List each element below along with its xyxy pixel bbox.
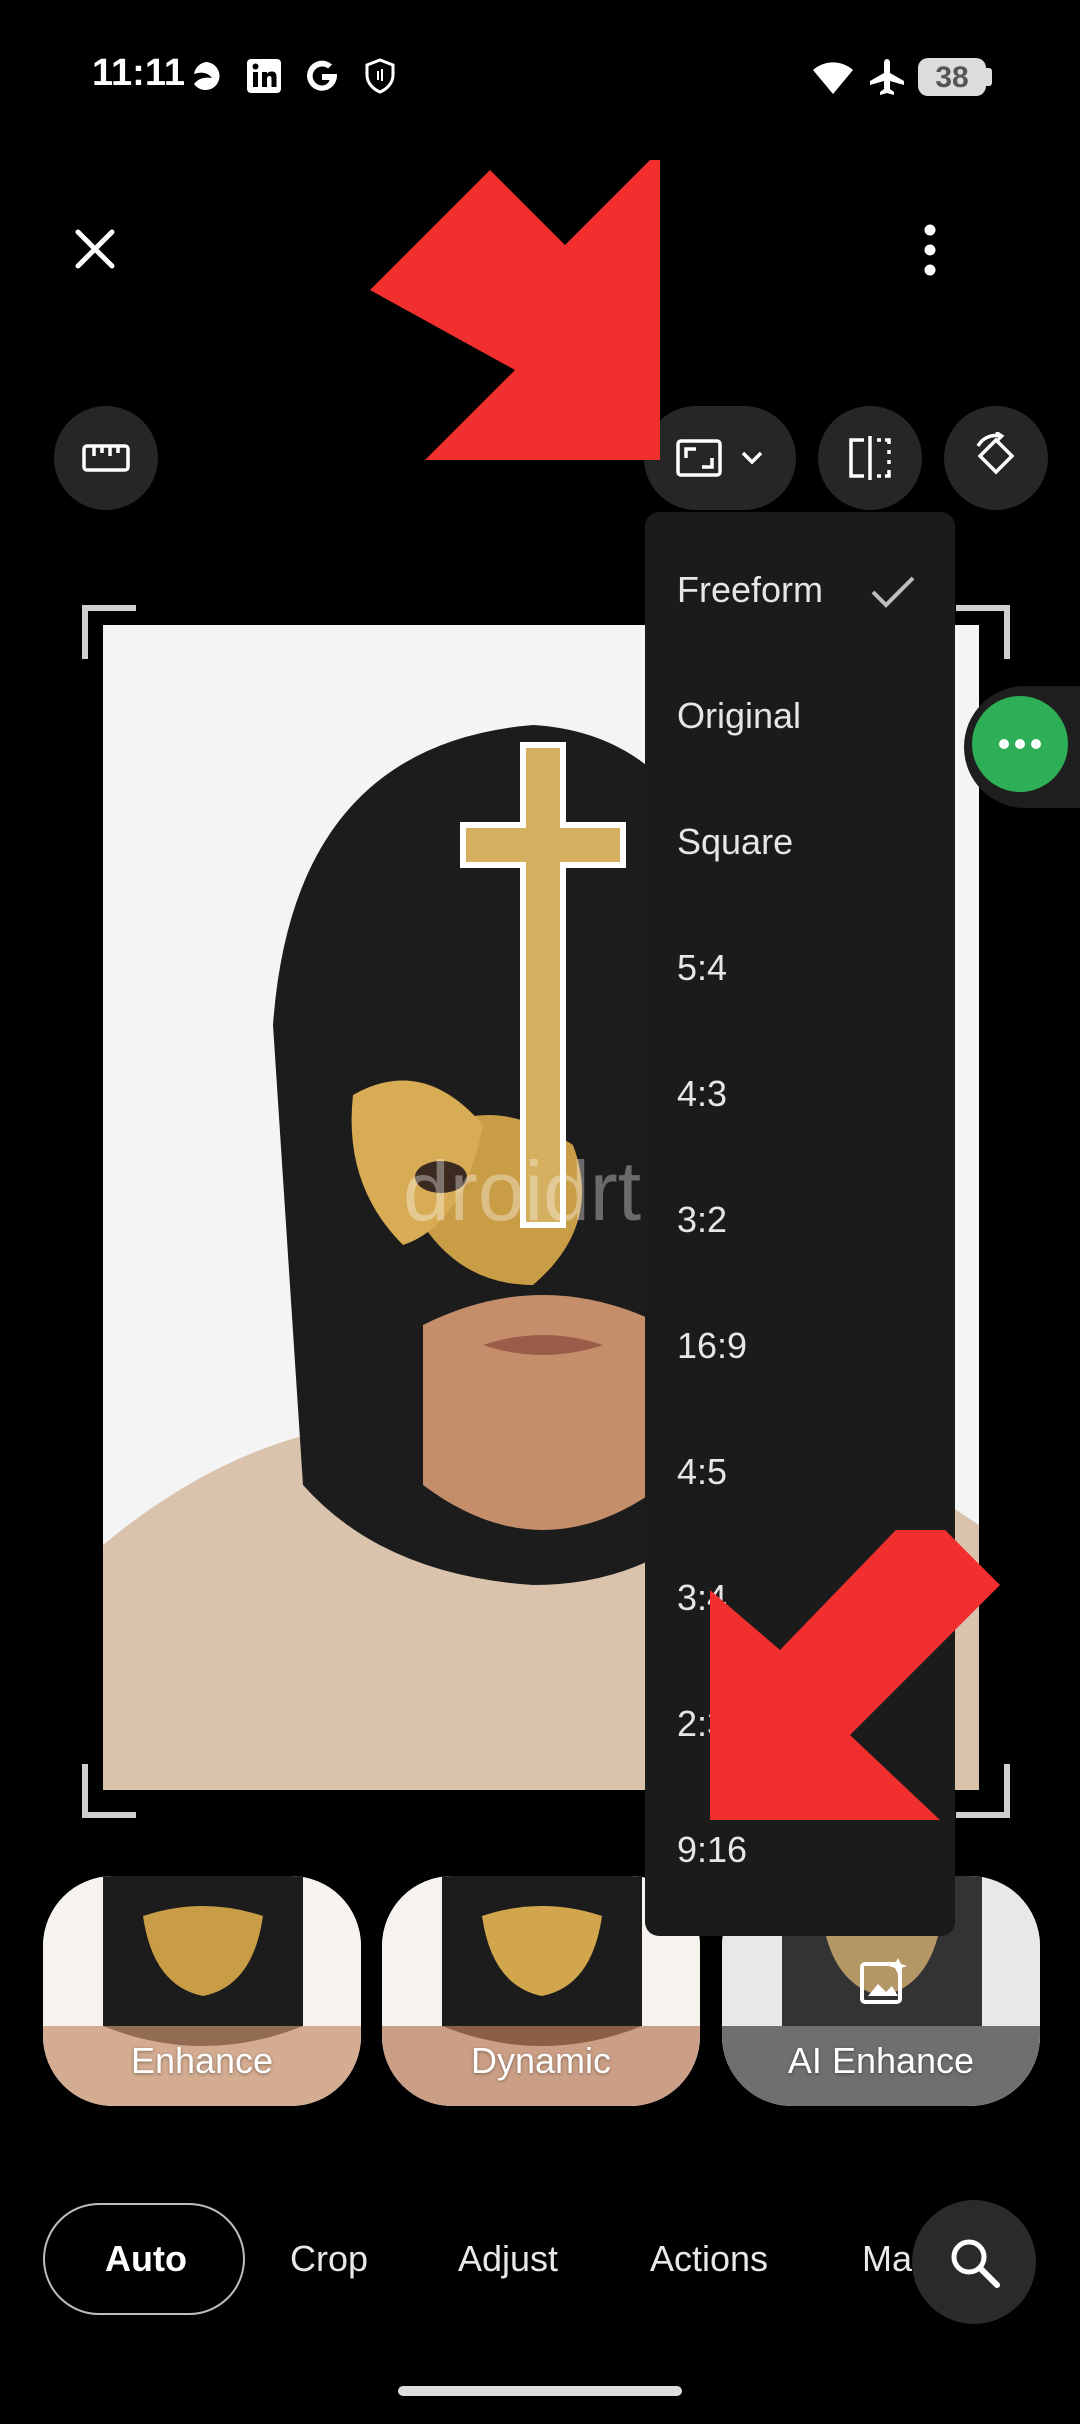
tab-auto[interactable]: Auto: [105, 2238, 187, 2280]
menu-item-4-5[interactable]: 4:5: [677, 1451, 727, 1493]
airplane-icon: [870, 59, 904, 95]
suggestion-label: Dynamic: [470, 2040, 612, 2081]
chevron-down-icon: [741, 451, 763, 465]
status-time: 11:11: [92, 52, 185, 94]
tab-crop[interactable]: Crop: [290, 2238, 368, 2280]
menu-item-16-9[interactable]: 16:9: [677, 1325, 747, 1367]
tab-actions[interactable]: Actions: [650, 2238, 768, 2280]
tab-adjust[interactable]: Adjust: [458, 2238, 558, 2280]
search-button[interactable]: [912, 2200, 1036, 2324]
search-icon: [951, 2239, 1000, 2288]
more-vert-icon[interactable]: [912, 220, 948, 280]
menu-item-3-2[interactable]: 3:2: [677, 1199, 727, 1241]
rotate-button[interactable]: [944, 406, 1048, 510]
suggestion-enhance[interactable]: Enhance: [43, 1876, 361, 2106]
crop-handle-top-right[interactable]: [956, 605, 1010, 659]
suggestion-label: Enhance: [130, 2040, 274, 2081]
shield-icon: [365, 58, 395, 94]
suggestion-label: AI Enhance: [787, 2040, 975, 2081]
flip-icon: [849, 436, 891, 480]
menu-item-original[interactable]: Original: [677, 695, 801, 737]
ai-enhance-icon: [860, 1958, 907, 2004]
menu-item-5-4[interactable]: 5:4: [677, 947, 727, 989]
edge-icon: [194, 62, 220, 90]
menu-item-9-16[interactable]: 9:16: [677, 1829, 747, 1871]
annotation-arrow-top: [370, 160, 660, 460]
aspect-ratio-icon: [676, 439, 722, 477]
battery-tip: [986, 68, 992, 86]
wifi-icon: [813, 62, 853, 94]
rotate-icon: [976, 432, 1015, 475]
close-icon[interactable]: [70, 224, 120, 274]
battery-level: 38: [935, 61, 969, 94]
menu-item-freeform[interactable]: Freeform: [677, 569, 823, 611]
crop-handle-top-left[interactable]: [82, 605, 136, 659]
menu-item-4-3[interactable]: 4:3: [677, 1073, 727, 1115]
ruler-icon: [82, 444, 130, 472]
home-indicator[interactable]: [398, 2386, 682, 2396]
ruler-button[interactable]: [54, 406, 158, 510]
more-horiz-icon: [999, 739, 1041, 749]
crop-handle-bottom-left[interactable]: [82, 1764, 136, 1818]
flip-button[interactable]: [818, 406, 922, 510]
check-icon: [871, 576, 915, 608]
annotation-arrow-bottom: [710, 1530, 1000, 1820]
google-icon: [307, 60, 337, 91]
tab-markup[interactable]: Ma: [862, 2238, 912, 2280]
linkedin-icon: [247, 59, 281, 93]
menu-item-square[interactable]: Square: [677, 821, 793, 863]
floating-bubble-button[interactable]: [972, 696, 1068, 792]
battery-icon: 38: [918, 58, 986, 96]
